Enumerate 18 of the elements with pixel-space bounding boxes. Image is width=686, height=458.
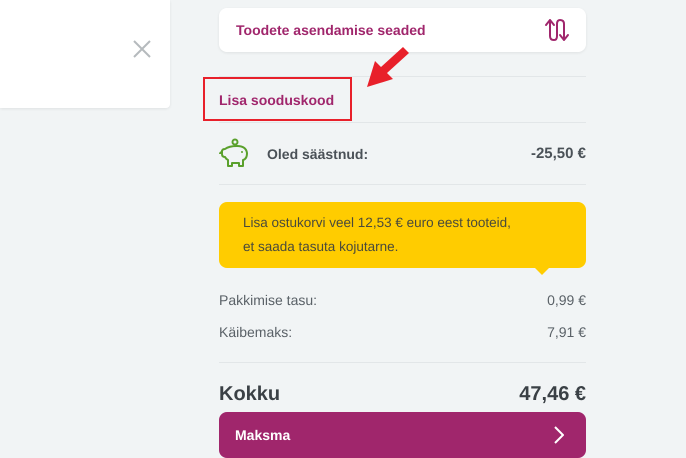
fee-amount: 0,99 € (547, 292, 586, 308)
promo-code-link[interactable]: Lisa sooduskood (219, 92, 334, 108)
notice-text: Lisa ostukorvi veel 12,53 € euro eest tooteid, et saada tasuta kojutarne. (243, 214, 512, 256)
fee-amount: 7,91 € (547, 324, 586, 340)
replacement-settings-label: Toodete asendamise seaded (236, 22, 426, 38)
pay-button[interactable]: Maksma (219, 412, 586, 458)
close-icon[interactable] (133, 40, 151, 58)
replacement-settings-card[interactable]: Toodete asendamise seaded (219, 8, 586, 52)
pointer-arrow (365, 47, 411, 90)
fee-label: Käibemaks: (219, 324, 292, 340)
total-label: Kokku (219, 382, 280, 406)
savings-label: Oled säästnud: (267, 146, 370, 162)
fee-label: Pakkimise tasu: (219, 292, 318, 308)
swap-arrows-icon (544, 18, 570, 42)
piggy-bank-icon (219, 138, 251, 170)
total-amount: 47,46 € (519, 382, 586, 406)
chevron-right-icon (554, 426, 564, 444)
savings-amount: -25,50 € (530, 145, 586, 162)
